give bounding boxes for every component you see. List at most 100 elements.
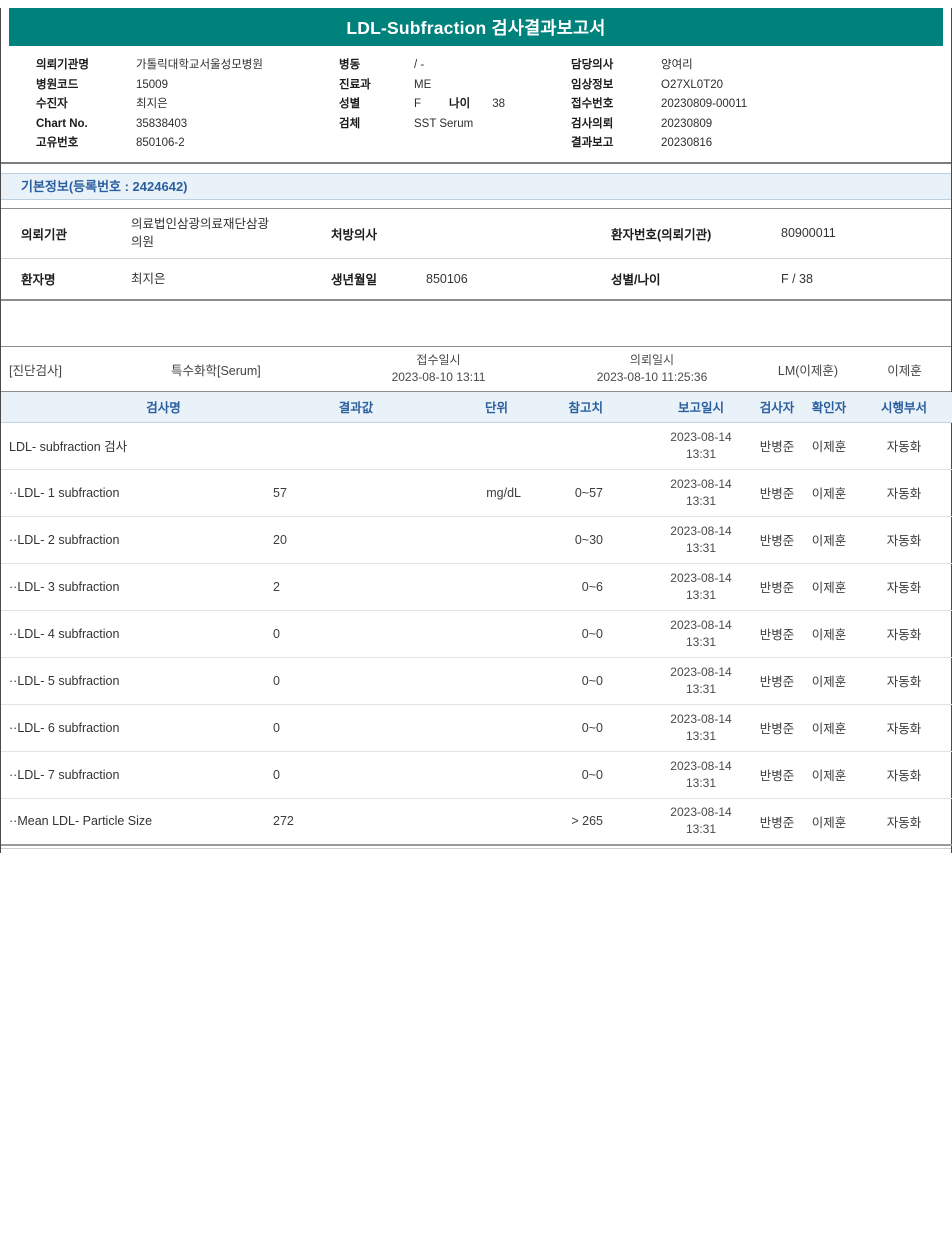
cell-reference: 0~30 (536, 516, 611, 563)
cell-reference (536, 422, 611, 469)
cell-reference: > 265 (536, 798, 611, 845)
header-divider (1, 162, 951, 164)
cell-tester: 반병준 (751, 469, 803, 516)
field-value: F / 38 (771, 258, 951, 300)
header-column-middle: 병동/ -진료과ME성별F나이38검체SST Serum (339, 56, 571, 154)
basic-info-section-title: 기본정보(등록번호 : 2424642) (21, 179, 188, 194)
cell-verifier: 이제훈 (803, 469, 855, 516)
cell-result: 57 (231, 469, 421, 516)
field-label: 처방의사 (318, 208, 418, 258)
page-title: LDL-Subfraction 검사결과보고서 (346, 15, 605, 40)
cell-result: 2 (231, 563, 421, 610)
column-header-reference: 참고치 (536, 392, 611, 422)
cell-unit (421, 610, 536, 657)
cell-department: 자동화 (855, 563, 952, 610)
field-value: 850106 (418, 258, 603, 300)
report-title-bar: LDL-Subfraction 검사결과보고서 (9, 8, 943, 46)
cell-tester: 반병준 (751, 704, 803, 751)
column-header-department: 시행부서 (855, 392, 952, 422)
field-value: 20230816 (661, 134, 712, 154)
cell-name: ··LDL- 5 subfraction (1, 657, 231, 704)
cell-reported: 2023-08-14 13:31 (611, 657, 751, 704)
field-label: 병원코드 (36, 76, 136, 96)
field-value: O27XL0T20 (661, 76, 723, 96)
field-label: 생년월일 (318, 258, 418, 300)
field-value: 최지은 (136, 95, 168, 115)
table-row: ··LDL- 7 subfraction00~02023-08-14 13:31… (1, 751, 952, 798)
cell-reference: 0~6 (536, 563, 611, 610)
field-value: ME (414, 76, 431, 96)
cell-department: 자동화 (855, 516, 952, 563)
cell-result: 0 (231, 751, 421, 798)
column-header-result: 결과값 (231, 392, 421, 422)
cell-unit (421, 422, 536, 469)
header-column-right: 담당의사양여리임상정보O27XL0T20접수번호20230809-00011검사… (571, 56, 951, 154)
receipt-datetime-block: 접수일시 2023-08-10 13:11 (331, 352, 546, 386)
cell-name: ··LDL- 2 subfraction (1, 516, 231, 563)
cell-unit (421, 704, 536, 751)
request-label: 의뢰일시 (546, 352, 758, 369)
field-label: 담당의사 (571, 56, 661, 76)
report-sheet: LDL-Subfraction 검사결과보고서 의뢰기관명가톨릭대학교서울성모병… (0, 8, 952, 853)
cell-result: 0 (231, 657, 421, 704)
field-value: 35838403 (136, 115, 187, 135)
cell-reported: 2023-08-14 13:31 (611, 751, 751, 798)
cell-department: 자동화 (855, 657, 952, 704)
field-label: 성별 (339, 95, 414, 115)
field-label: 나이 (449, 95, 470, 115)
cell-tester: 반병준 (751, 422, 803, 469)
cell-name: ··LDL- 1 subfraction (1, 469, 231, 516)
cell-reported: 2023-08-14 13:31 (611, 798, 751, 845)
header-field: Chart No.35838403 (36, 115, 339, 135)
field-label: 검사의뢰 (571, 115, 661, 135)
field-value: 20230809 (661, 115, 712, 135)
cell-verifier: 이제훈 (803, 610, 855, 657)
field-value: 양여리 (661, 56, 693, 76)
field-label: 의뢰기관 (1, 208, 113, 258)
receipt-value: 2023-08-10 13:11 (331, 369, 546, 386)
cell-unit (421, 516, 536, 563)
cell-tester: 반병준 (751, 751, 803, 798)
header-field: 의뢰기관명가톨릭대학교서울성모병원 (36, 56, 339, 76)
cell-reference: 0~0 (536, 751, 611, 798)
results-body: LDL- subfraction 검사2023-08-14 13:31반병준이제… (1, 422, 952, 845)
header-field: 성별F나이38 (339, 95, 571, 115)
cell-unit (421, 657, 536, 704)
table-row: LDL- subfraction 검사2023-08-14 13:31반병준이제… (1, 422, 952, 469)
table-row: ··LDL- 6 subfraction00~02023-08-14 13:31… (1, 704, 952, 751)
reported-datetime: 2023-08-14 13:31 (661, 804, 741, 838)
cell-department: 자동화 (855, 469, 952, 516)
header-field: 결과보고20230816 (571, 134, 951, 154)
table-row: ··Mean LDL- Particle Size272> 2652023-08… (1, 798, 952, 845)
cell-reported: 2023-08-14 13:31 (611, 516, 751, 563)
cell-reference: 0~57 (536, 469, 611, 516)
field-value: 80900011 (771, 208, 951, 258)
header-field: 담당의사양여리 (571, 56, 951, 76)
header-field: 진료과ME (339, 76, 571, 96)
cell-tester: 반병준 (751, 563, 803, 610)
cell-department: 자동화 (855, 422, 952, 469)
column-header-tester: 검사자 (751, 392, 803, 422)
column-header-unit: 단위 (421, 392, 536, 422)
table-row: ··LDL- 5 subfraction00~02023-08-14 13:31… (1, 657, 952, 704)
cell-department: 자동화 (855, 704, 952, 751)
field-label: 의뢰기관명 (36, 56, 136, 76)
reported-datetime: 2023-08-14 13:31 (661, 617, 741, 651)
cell-unit (421, 563, 536, 610)
column-header-test-name: 검사명 (1, 392, 231, 422)
cell-name: ··LDL- 4 subfraction (1, 610, 231, 657)
table-row: 환자명 최지은 생년월일 850106 성별/나이 F / 38 (1, 258, 951, 300)
field-label: 접수번호 (571, 95, 661, 115)
cell-reference: 0~0 (536, 704, 611, 751)
reported-datetime: 2023-08-14 13:31 (661, 523, 741, 557)
cell-reported: 2023-08-14 13:31 (611, 704, 751, 751)
field-label: 수진자 (36, 95, 136, 115)
column-header-reported: 보고일시 (611, 392, 751, 422)
table-row: ··LDL- 4 subfraction00~02023-08-14 13:31… (1, 610, 952, 657)
cell-result: 20 (231, 516, 421, 563)
cell-name: LDL- subfraction 검사 (1, 422, 231, 469)
field-label: 결과보고 (571, 134, 661, 154)
cell-unit (421, 798, 536, 845)
field-label: 병동 (339, 56, 414, 76)
cell-reported: 2023-08-14 13:31 (611, 563, 751, 610)
